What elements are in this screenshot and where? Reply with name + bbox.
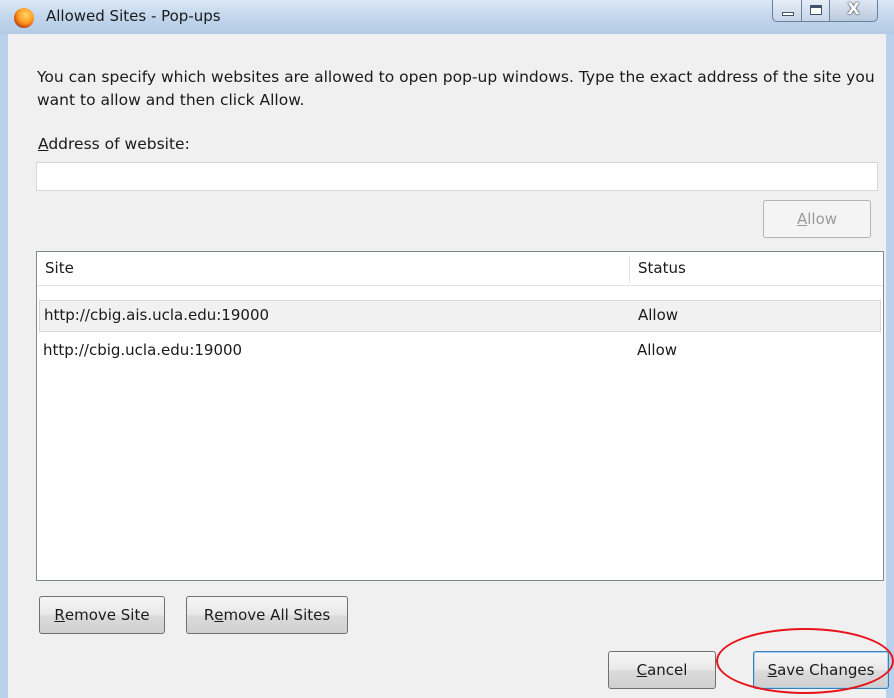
close-button[interactable]: X (830, 0, 878, 22)
minimize-icon (782, 12, 794, 16)
site-cell: http://cbig.ucla.edu:19000 (43, 341, 243, 359)
address-label-rest: ddress of website: (48, 135, 190, 153)
remove-all-sites-button[interactable]: Re move All Sites (186, 596, 348, 634)
maximize-button[interactable] (802, 0, 830, 22)
status-cell: Allow (638, 306, 679, 324)
column-header-status[interactable]: Status (638, 259, 686, 277)
remove-site-accel: R (54, 606, 65, 624)
allow-rest: llow (807, 210, 838, 228)
site-list[interactable]: Site Status http://cbig.ais.ucla.edu:190… (36, 251, 884, 581)
address-label: Address of website: (38, 135, 190, 153)
column-header-site[interactable]: Site (45, 259, 74, 277)
cancel-button[interactable]: Cancel (608, 651, 716, 689)
allowed-sites-dialog: Allowed Sites - Pop-ups X You can specif… (0, 0, 894, 698)
site-cell: http://cbig.ais.ucla.edu:19000 (44, 306, 270, 324)
table-row[interactable]: http://cbig.ais.ucla.edu:19000 Allow (39, 300, 881, 332)
title-bar[interactable]: Allowed Sites - Pop-ups X (0, 0, 894, 34)
maximize-icon (810, 5, 822, 15)
save-rest: ave Changes (777, 661, 875, 679)
save-changes-button[interactable]: Save Changes (753, 651, 889, 689)
address-label-accel: A (38, 135, 49, 153)
window-title: Allowed Sites - Pop-ups (46, 7, 221, 25)
address-input[interactable] (36, 162, 878, 191)
firefox-icon (14, 8, 34, 28)
allow-button[interactable]: Allow (763, 200, 871, 238)
list-header: Site Status (37, 252, 883, 286)
minimize-button[interactable] (772, 0, 802, 22)
status-cell: Allow (637, 341, 678, 359)
table-row[interactable]: http://cbig.ucla.edu:19000 Allow (39, 336, 881, 368)
remove-all-accel: e (214, 606, 224, 624)
remove-site-rest: emove Site (64, 606, 150, 624)
remove-all-pre: R (203, 606, 215, 624)
remove-site-button[interactable]: Remove Site (39, 596, 165, 634)
allow-accel: A (796, 210, 808, 228)
cancel-rest: ancel (647, 661, 688, 679)
remove-all-rest: move All Sites (223, 606, 331, 624)
instructions-text: You can specify which websites are allow… (37, 68, 875, 109)
column-separator[interactable] (629, 256, 630, 282)
close-icon: X (847, 0, 860, 18)
save-accel: S (767, 661, 778, 679)
cancel-accel: C (636, 661, 648, 679)
window-controls: X (772, 0, 878, 22)
